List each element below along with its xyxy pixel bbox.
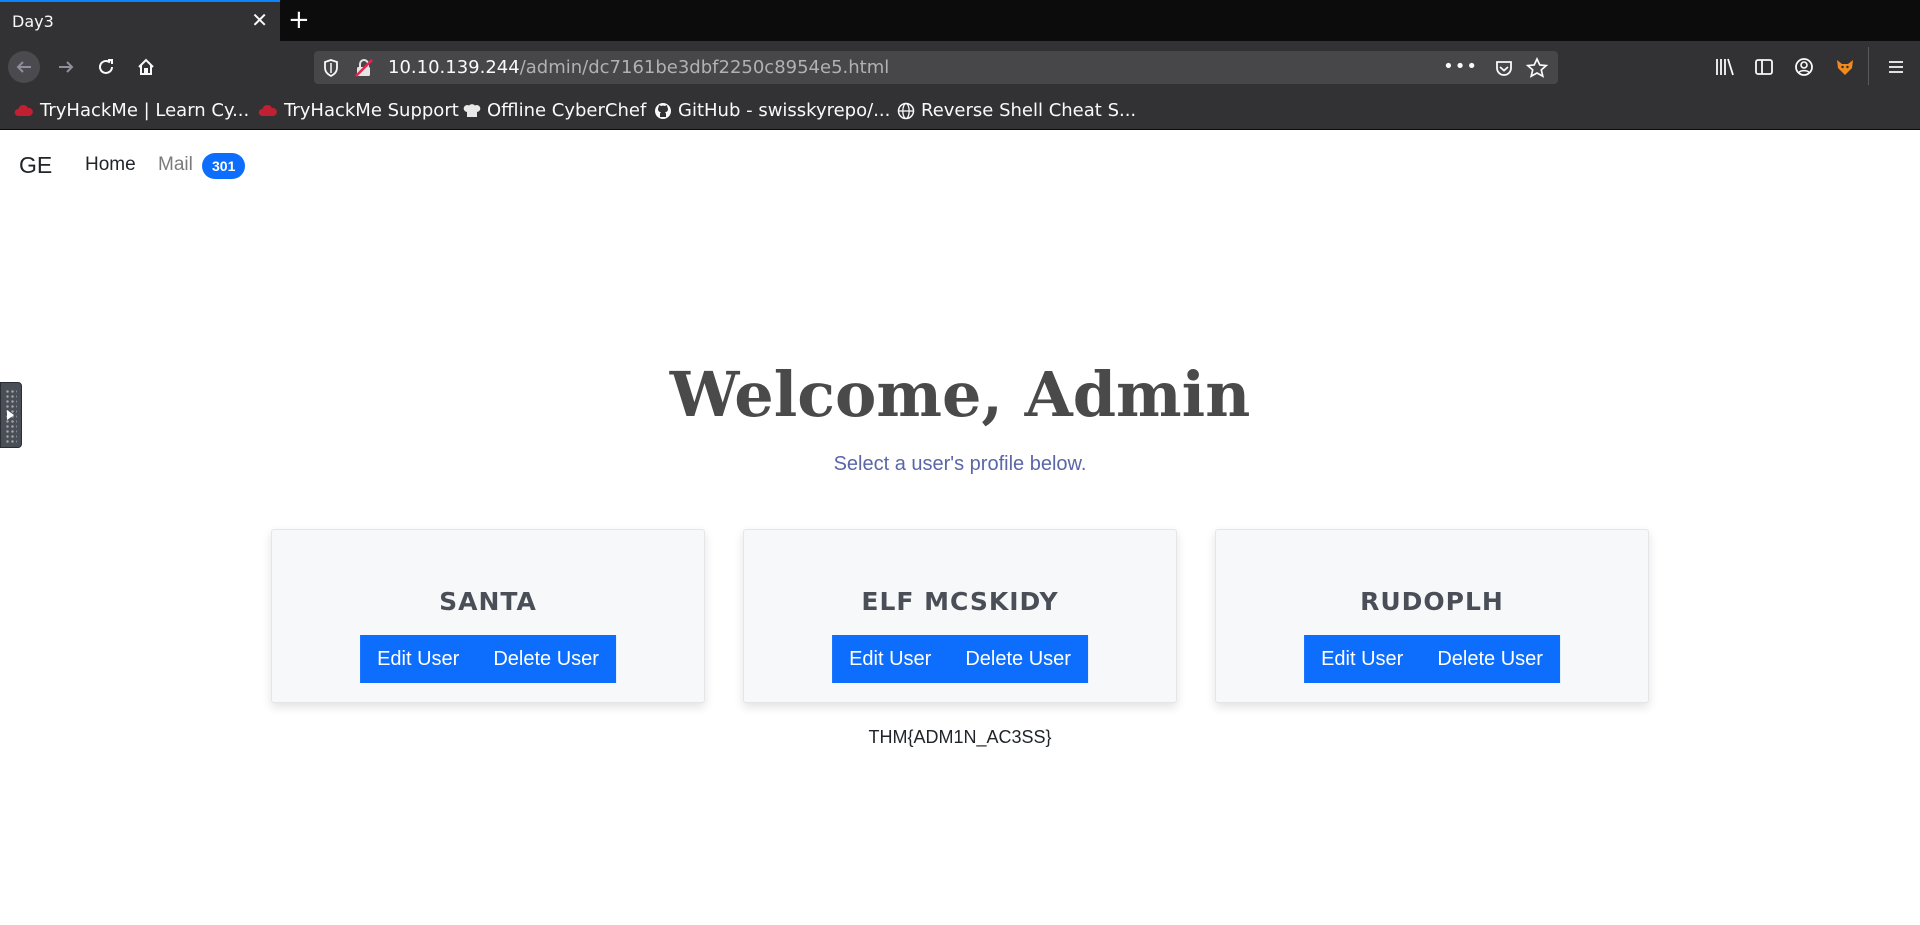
bookmark-label: GitHub - swisskyrepo/... [678,100,891,121]
page-actions-more-icon[interactable]: ••• [1443,56,1478,77]
foxyproxy-extension-icon[interactable] [1834,57,1856,81]
close-tab-icon[interactable]: ✕ [251,10,268,30]
mail-count-badge: 301 [202,153,246,179]
url-text[interactable]: 10.10.139.244/admin/dc7161be3dbf2250c895… [388,57,889,78]
bookmark-github[interactable]: GitHub - swisskyrepo/... [654,100,890,121]
user-name: RUDOPLH [1360,587,1504,616]
user-actions: Edit User Delete User [1304,635,1560,683]
navbar-brand[interactable]: GE [19,152,52,179]
new-tab-icon[interactable]: + [288,5,310,35]
github-icon [655,102,671,119]
chef-hat-icon [463,103,481,117]
back-arrow-icon [16,61,31,73]
url-path: /admin/dc7161be3dbf2250c8954e5.html [519,57,890,78]
globe-icon [897,102,915,119]
active-tab[interactable]: Day3 ✕ [0,0,280,41]
home-icon [138,58,154,75]
page-subtitle: Select a user's profile below. [833,453,1087,475]
bookmarks-toolbar: TryHackMe | Learn Cy... TryHackMe Suppor… [0,92,1920,130]
edit-user-button[interactable]: Edit User [832,635,948,683]
insecure-lock-icon[interactable] [354,58,374,82]
address-bar[interactable]: 10.10.139.244/admin/dc7161be3dbf2250c895… [314,51,1558,84]
bookmark-star-icon[interactable] [1525,56,1549,83]
delete-user-button[interactable]: Delete User [948,635,1088,683]
bookmark-label: Reverse Shell Cheat S... [921,100,1137,121]
page-title: Welcome, Admin [669,358,1251,431]
tab-title: Day3 [12,12,54,31]
tryhackme-cloud-icon [258,104,277,116]
edit-user-button[interactable]: Edit User [360,635,476,683]
user-name: SANTA [439,587,537,616]
tryhackme-cloud-icon [14,104,33,116]
bookmark-label: TryHackMe Support [284,100,459,121]
user-card: SANTA Edit User Delete User [271,529,705,703]
bookmark-label: TryHackMe | Learn Cy... [40,100,250,121]
user-actions: Edit User Delete User [360,635,616,683]
account-icon[interactable] [1794,57,1814,81]
reload-button[interactable] [90,51,122,83]
bookmark-tryhackme[interactable]: TryHackMe | Learn Cy... [14,100,249,121]
user-card: ELF MCSKIDY Edit User Delete User [743,529,1177,703]
tab-bar: Day3 ✕ + [0,0,1920,41]
bookmark-cyberchef[interactable]: Offline CyberChef [463,100,646,121]
url-host: 10.10.139.244 [388,57,520,78]
nav-link-home[interactable]: Home [85,154,136,176]
reload-icon [99,59,113,74]
edit-user-button[interactable]: Edit User [1304,635,1420,683]
forward-arrow-icon [59,61,74,73]
nav-link-mail[interactable]: Mail [158,154,193,176]
user-name: ELF MCSKIDY [861,587,1059,616]
pocket-icon[interactable] [1494,58,1514,82]
hamburger-menu-icon[interactable] [1886,57,1906,81]
flag-text: THM{ADM1N_AC3SS} [868,727,1052,747]
bookmark-reverse-shell[interactable]: Reverse Shell Cheat S... [897,100,1136,121]
library-icon[interactable] [1714,57,1736,81]
user-card: RUDOPLH Edit User Delete User [1215,529,1649,703]
forward-button[interactable] [50,51,82,83]
back-button[interactable] [8,51,40,83]
user-actions: Edit User Delete User [832,635,1088,683]
navigation-toolbar: 10.10.139.244/admin/dc7161be3dbf2250c895… [0,41,1920,92]
delete-user-button[interactable]: Delete User [1420,635,1560,683]
sidebar-toggle-icon[interactable] [1754,57,1774,81]
page-content: GE Home Mail 301 Welcome, Admin Select a… [0,130,1920,925]
bookmark-label: Offline CyberChef [487,100,647,121]
bookmark-tryhackme-support[interactable]: TryHackMe Support [258,100,459,121]
toolbar-divider [1868,47,1869,85]
tracking-protection-shield-icon[interactable] [322,58,340,82]
home-button[interactable] [130,51,162,83]
delete-user-button[interactable]: Delete User [476,635,616,683]
